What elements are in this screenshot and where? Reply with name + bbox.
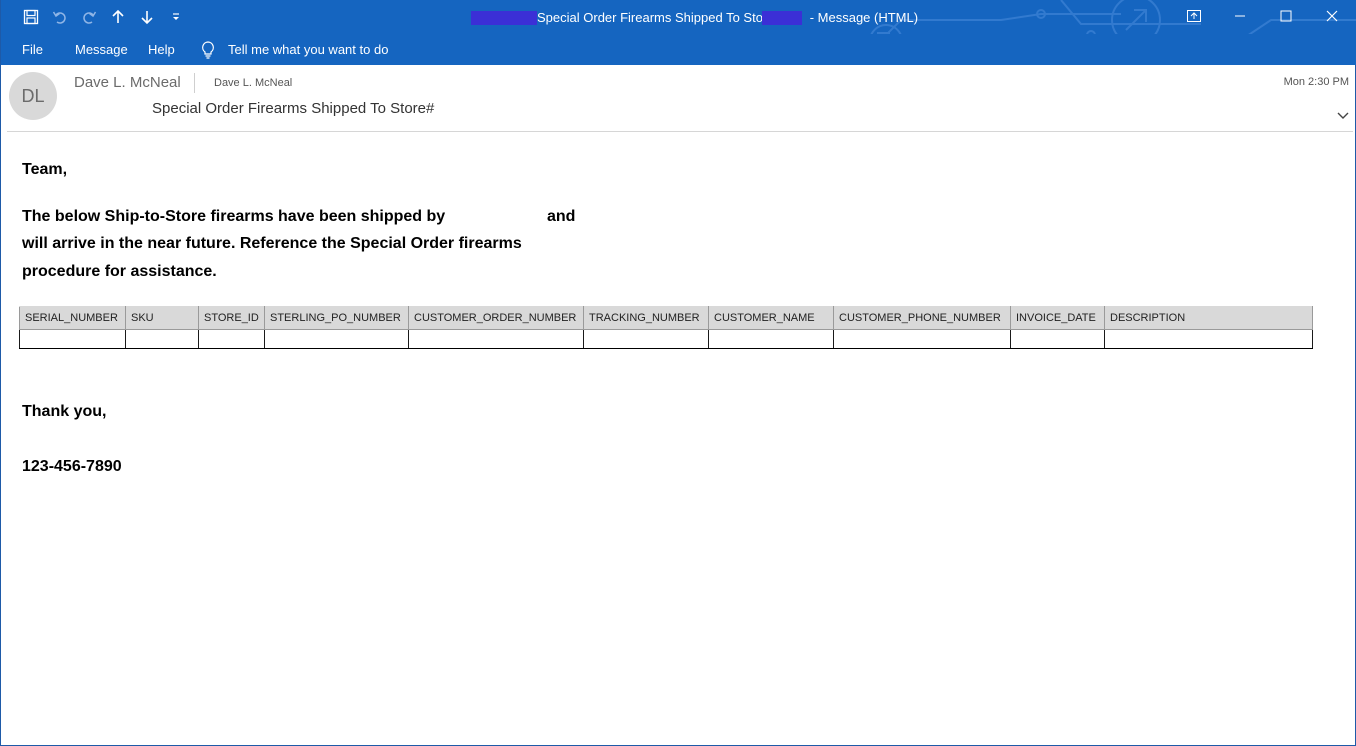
avatar[interactable]: DL — [9, 72, 57, 120]
column-header: TRACKING_NUMBER — [583, 306, 709, 330]
lightbulb-icon[interactable] — [201, 41, 215, 64]
column-header: CUSTOMER_ORDER_NUMBER — [408, 306, 584, 330]
previous-item-icon[interactable] — [108, 7, 128, 27]
menu-message[interactable]: Message — [75, 42, 128, 57]
table-cell — [125, 329, 199, 349]
shipment-table: SERIAL_NUMBER SKU STORE_ID STERLING_PO_N… — [19, 306, 1313, 349]
maximize-icon[interactable] — [1263, 0, 1309, 32]
body-line-1-end: and — [547, 208, 576, 225]
next-item-icon[interactable] — [137, 7, 157, 27]
column-header: STORE_ID — [198, 306, 265, 330]
sender-name[interactable]: Dave L. McNeal — [74, 74, 181, 91]
redacted-block — [761, 10, 802, 25]
table-cell — [264, 329, 409, 349]
greeting: Team, — [22, 161, 68, 178]
table-cell — [833, 329, 1011, 349]
table-cell — [708, 329, 834, 349]
close-icon[interactable] — [1309, 0, 1355, 32]
redo-icon[interactable] — [79, 7, 99, 27]
table-cell — [1010, 329, 1105, 349]
column-header: DESCRIPTION — [1104, 306, 1313, 330]
table-cell — [583, 329, 709, 349]
message-header: DL Dave L. McNeal Dave L. McNeal Special… — [7, 65, 1353, 132]
expand-header-chevron-icon[interactable] — [1337, 107, 1349, 125]
customize-toolbar-icon[interactable] — [166, 7, 186, 27]
column-header: SKU — [125, 306, 199, 330]
menu-help[interactable]: Help — [148, 42, 175, 57]
table-cell — [408, 329, 584, 349]
window-title-suffix: - Message (HTML) — [809, 10, 919, 25]
table-header-row: SERIAL_NUMBER SKU STORE_ID STERLING_PO_N… — [19, 306, 1313, 330]
message-subject: Special Order Firearms Shipped To Store# — [152, 100, 435, 117]
table-cell — [1104, 329, 1313, 349]
outlook-message-window: Special Order Firearms Shipped To Store#… — [0, 0, 1356, 746]
table-row — [19, 329, 1313, 349]
save-icon[interactable] — [21, 7, 41, 27]
title-bar: Special Order Firearms Shipped To Store#… — [1, 0, 1356, 34]
table-cell — [19, 329, 126, 349]
column-header: INVOICE_DATE — [1010, 306, 1105, 330]
tell-me-search[interactable]: Tell me what you want to do — [228, 42, 388, 57]
header-divider — [194, 73, 195, 93]
received-time: Mon 2:30 PM — [1283, 76, 1349, 88]
column-header: CUSTOMER_PHONE_NUMBER — [833, 306, 1011, 330]
menu-bar: File Message Help Tell me what you want … — [1, 34, 1356, 65]
column-header: CUSTOMER_NAME — [708, 306, 834, 330]
minimize-icon[interactable] — [1217, 0, 1263, 32]
menu-file[interactable]: File — [22, 42, 43, 57]
closing: Thank you, — [22, 403, 107, 420]
sender-address[interactable]: Dave L. McNeal — [214, 77, 292, 89]
undo-icon[interactable] — [50, 7, 70, 27]
column-header: SERIAL_NUMBER — [19, 306, 126, 330]
signature-phone: 123-456-7890 — [22, 458, 122, 475]
body-line-1: The below Ship-to-Store firearms have be… — [22, 208, 446, 225]
window-title-subject: Special Order Firearms Shipped To Store# — [537, 10, 782, 25]
body-line-3: procedure for assistance. — [22, 263, 217, 280]
redacted-block — [471, 10, 537, 25]
body-line-2: will arrive in the near future. Referenc… — [22, 235, 522, 252]
window-title: Special Order Firearms Shipped To Store#… — [471, 10, 918, 25]
table-cell — [198, 329, 265, 349]
column-header: STERLING_PO_NUMBER — [264, 306, 409, 330]
ribbon-display-options-icon[interactable] — [1171, 0, 1217, 32]
